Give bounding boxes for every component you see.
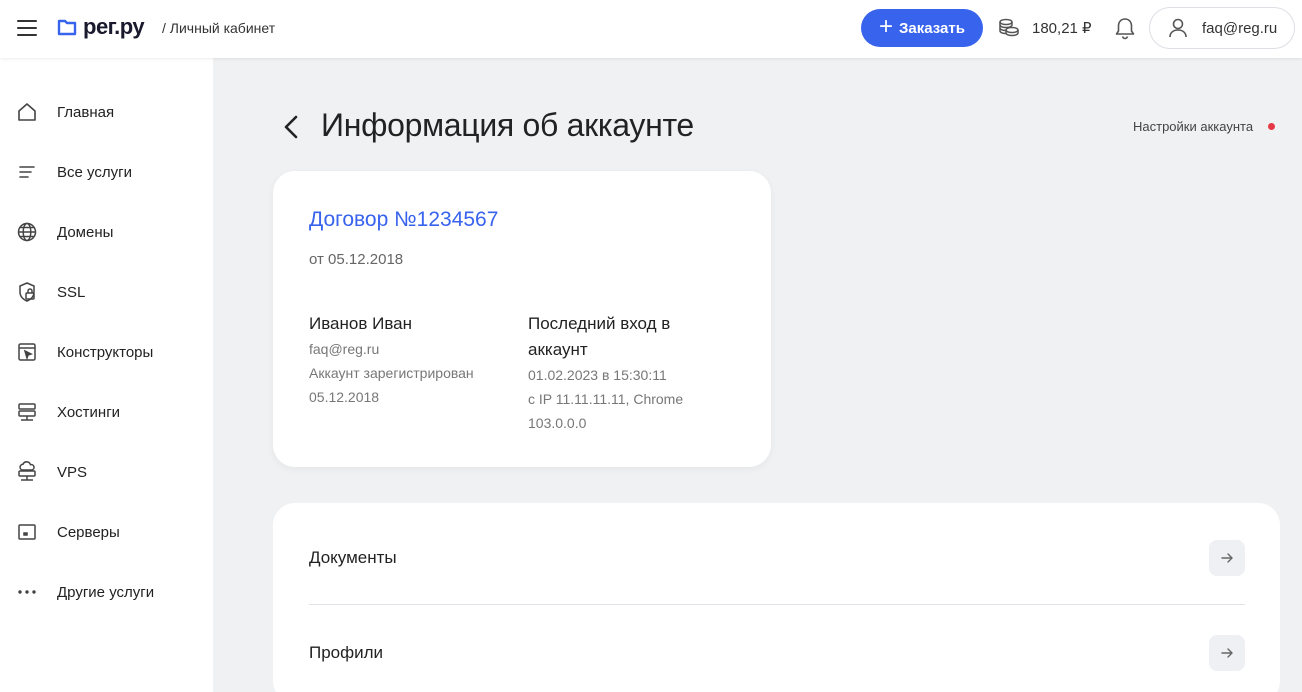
more-dots-icon [18,590,36,594]
registered-date: 05.12.2018 [309,389,380,405]
sidebar: Главная Все услуги Домены SSL Конструкто… [0,58,213,692]
bell-icon[interactable] [1114,16,1136,40]
server-icon [18,524,36,540]
account-sections-list: Документы Профили [273,503,1280,692]
plus-icon: + [879,13,894,40]
logo[interactable]: рег.ру [57,14,145,40]
sidebar-item-ssl[interactable]: SSL [0,270,213,314]
sidebar-item-label: SSL [57,283,86,301]
owner-info: Иванов Иван faq@reg.ru Аккаунт зарегистр… [309,311,514,409]
menu-icon[interactable] [17,18,37,38]
account-email: faq@reg.ru [1202,19,1278,37]
back-arrow-icon[interactable] [280,112,304,142]
user-icon [1169,18,1187,38]
list-item-documents[interactable]: Документы [309,510,1245,605]
last-login-title-line1: Последний вход в [528,314,671,333]
balance-amount: 180,21 ₽ [1032,20,1092,37]
order-button[interactable]: + Заказать [861,9,983,47]
sidebar-item-vps[interactable]: VPS [0,450,213,494]
last-login-ip-line2: 103.0.0.0 [528,415,587,431]
last-login-ip-line1: с IP 11.11.11.11, Chrome [528,391,684,407]
coins-icon [999,18,1019,37]
list-item-label: Документы [309,547,397,567]
contract-date: от 05.12.2018 [309,251,404,268]
registered-label: Аккаунт зарегистрирован [309,365,474,381]
arrow-right-icon[interactable] [1209,539,1245,576]
contract-number-link[interactable]: Договор №1234567 [309,208,498,232]
breadcrumb: / Личный кабинет [162,20,276,36]
last-login-title-line2: аккаунт [528,340,588,359]
shield-lock-icon [19,282,35,302]
sidebar-item-label: VPS [57,463,88,481]
list-item-profiles[interactable]: Профили [309,605,1245,692]
account-settings-link[interactable]: Настройки аккаунта [1133,119,1253,134]
page-title: Информация об аккаунте [321,107,694,143]
constructor-icon [18,343,36,361]
sidebar-item-all-services[interactable]: Все услуги [0,150,213,194]
list-item-label: Профили [309,642,384,662]
logo-text: рег.ру [83,14,145,39]
sidebar-item-domains[interactable]: Домены [0,210,213,254]
home-icon [18,103,36,121]
sidebar-item-label: Все услуги [57,163,132,181]
sidebar-item-label: Главная [57,103,115,121]
sidebar-item-label: Хостинги [57,403,121,421]
sidebar-item-constructors[interactable]: Конструкторы [0,330,213,374]
sidebar-item-other-services[interactable]: Другие услуги [0,570,213,614]
sidebar-item-home[interactable]: Главная [0,90,213,134]
last-login-datetime: 01.02.2023 в 15:30:11 [528,367,667,383]
sidebar-item-label: Домены [57,223,114,241]
top-header: рег.ру / Личный кабинет + Заказать 180,2… [0,0,1302,58]
sidebar-item-label: Другие услуги [57,583,155,601]
list-icon [19,166,35,178]
account-button[interactable]: faq@reg.ru [1149,7,1295,49]
order-button-label: Заказать [899,19,965,37]
hosting-icon [18,403,36,421]
cloud-server-icon [18,461,36,481]
contract-card: Договор №1234567 от 05.12.2018 Иванов Ив… [273,171,771,467]
sidebar-item-hosting[interactable]: Хостинги [0,390,213,434]
owner-name: Иванов Иван [309,314,413,333]
owner-email: faq@reg.ru [309,341,380,357]
notification-dot [1268,123,1275,130]
sidebar-item-servers[interactable]: Серверы [0,510,213,554]
balance[interactable]: 180,21 ₽ [998,17,1092,39]
sidebar-item-label: Конструкторы [57,343,154,361]
globe-icon [17,222,37,242]
sidebar-item-label: Серверы [57,523,120,541]
last-login-info: Последний вход в аккаунт 01.02.2023 в 15… [528,311,733,435]
logo-icon [57,19,77,36]
arrow-right-icon[interactable] [1209,634,1245,671]
